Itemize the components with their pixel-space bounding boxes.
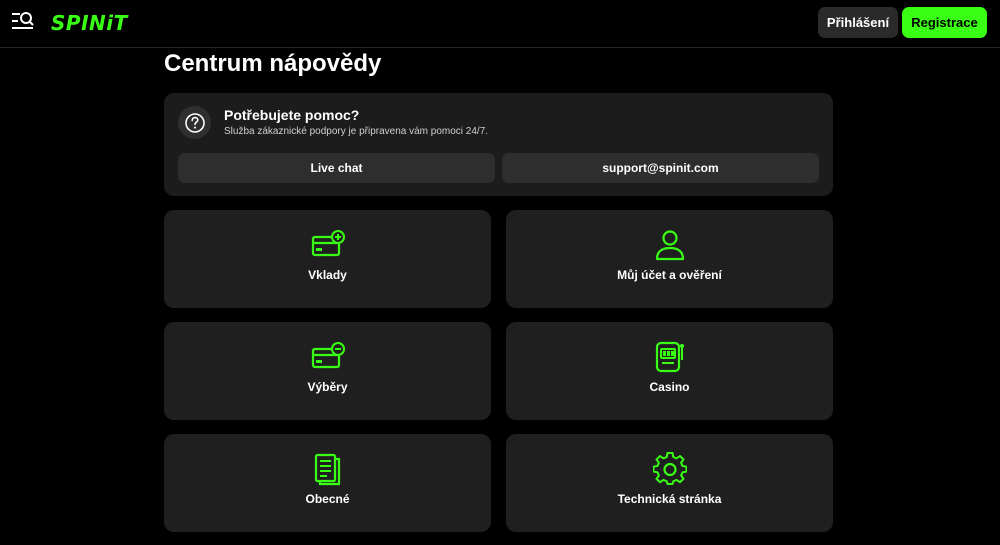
login-button[interactable]: Přihlášení [818,7,898,38]
help-subtitle: Služba zákaznické podpory je připravena … [224,126,489,137]
question-icon [184,112,205,133]
card-plus-icon [311,230,345,257]
help-title: Potřebujete pomoc? [224,107,360,123]
category-label: Technická stránka [617,492,722,506]
help-panel: Potřebujete pomoc? Služba zákaznické pod… [164,93,833,196]
category-card-account[interactable]: Můj účet a ověření [506,210,833,308]
document-icon [314,453,340,486]
category-label: Casino [649,380,690,394]
top-bar: SPINiT Přihlášení Registrace [0,0,1000,48]
category-label: Vklady [308,268,347,282]
category-label: Výběry [307,380,348,394]
slot-machine-icon [655,341,684,373]
category-card-withdrawals[interactable]: Výběry [164,322,491,420]
help-icon-circle [178,106,211,139]
user-icon [655,230,684,261]
category-card-technical[interactable]: Technická stránka [506,434,833,532]
live-chat-button[interactable]: Live chat [178,153,495,183]
register-button[interactable]: Registrace [902,7,987,38]
menu-search-icon[interactable] [11,10,35,32]
gear-icon [652,452,687,485]
category-card-general[interactable]: Obecné [164,434,491,532]
category-label: Obecné [305,492,350,506]
support-email-button[interactable]: support@spinit.com [502,153,819,183]
category-card-casino[interactable]: Casino [506,322,833,420]
spinit-logo[interactable]: SPINiT [51,11,128,35]
category-card-deposits[interactable]: Vklady [164,210,491,308]
card-minus-icon [311,342,345,369]
category-label: Můj účet a ověření [617,268,722,282]
page-title: Centrum nápovědy [164,50,382,77]
